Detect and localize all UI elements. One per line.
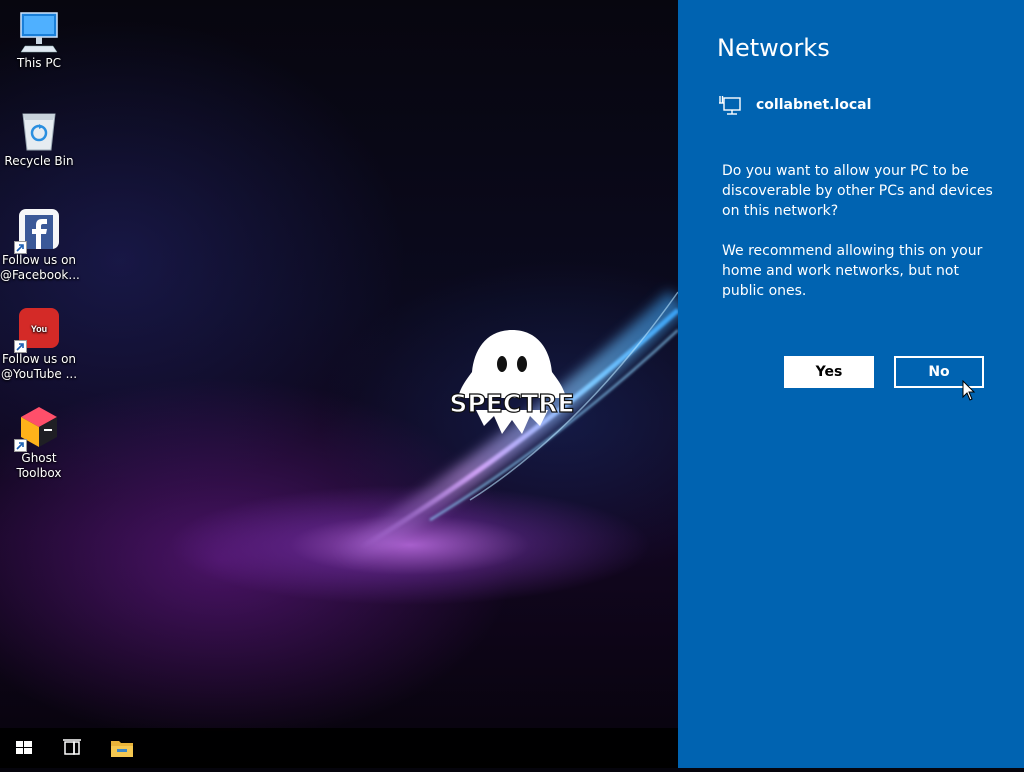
desktop-icon-label: @YouTube ... xyxy=(0,367,78,381)
recycle-bin-icon xyxy=(17,108,61,152)
file-explorer-button[interactable] xyxy=(98,728,146,768)
desktop-icon-this-pc[interactable]: This PC xyxy=(0,10,78,71)
taskbar xyxy=(0,728,678,768)
desktop-icon-facebook[interactable]: Follow us on @Facebook... xyxy=(0,207,80,283)
youtube-icon: You xyxy=(14,306,61,353)
spectre-ghost-logo: SPECTRE xyxy=(449,330,575,434)
desktop-icon-label: Toolbox xyxy=(16,466,62,480)
desktop-icon-label: Follow us on xyxy=(1,352,77,366)
facebook-icon xyxy=(14,207,61,254)
svg-text:You: You xyxy=(31,324,47,334)
shortcut-arrow-icon xyxy=(14,241,27,254)
this-pc-icon xyxy=(17,10,61,54)
discoverable-question: Do you want to allow your PC to be disco… xyxy=(722,163,993,219)
mouse-cursor-icon xyxy=(962,380,976,401)
desktop-icon-label: Follow us on xyxy=(1,253,77,267)
desktop-icon-youtube[interactable]: You Follow us on @YouTube ... xyxy=(0,306,78,382)
desktop-icon-label: This PC xyxy=(17,56,61,70)
desktop-icon-recycle-bin[interactable]: Recycle Bin xyxy=(0,108,78,169)
shortcut-arrow-icon xyxy=(14,439,27,452)
task-view-icon xyxy=(63,739,81,755)
desktop-icon-label: Recycle Bin xyxy=(4,154,74,168)
desktop-icon-label: @Facebook... xyxy=(0,268,80,282)
wallpaper-logo-text: SPECTRE xyxy=(449,389,574,418)
file-explorer-icon xyxy=(111,741,133,757)
yes-button[interactable]: Yes xyxy=(784,356,874,388)
desktop-icon-label: Ghost xyxy=(21,451,57,465)
desktop-icon-ghost-toolbox[interactable]: Ghost Toolbox xyxy=(0,405,78,481)
start-icon xyxy=(16,741,32,754)
network-name: collabnet.local xyxy=(756,97,872,113)
task-view-button[interactable] xyxy=(48,728,96,768)
panel-title: Networks xyxy=(717,34,830,62)
start-button[interactable] xyxy=(0,728,48,768)
ethernet-icon xyxy=(719,96,741,115)
recommendation-text: We recommend allowing this on your home … xyxy=(722,243,983,299)
shortcut-arrow-icon xyxy=(14,340,27,353)
ghost-toolbox-icon xyxy=(14,405,61,452)
